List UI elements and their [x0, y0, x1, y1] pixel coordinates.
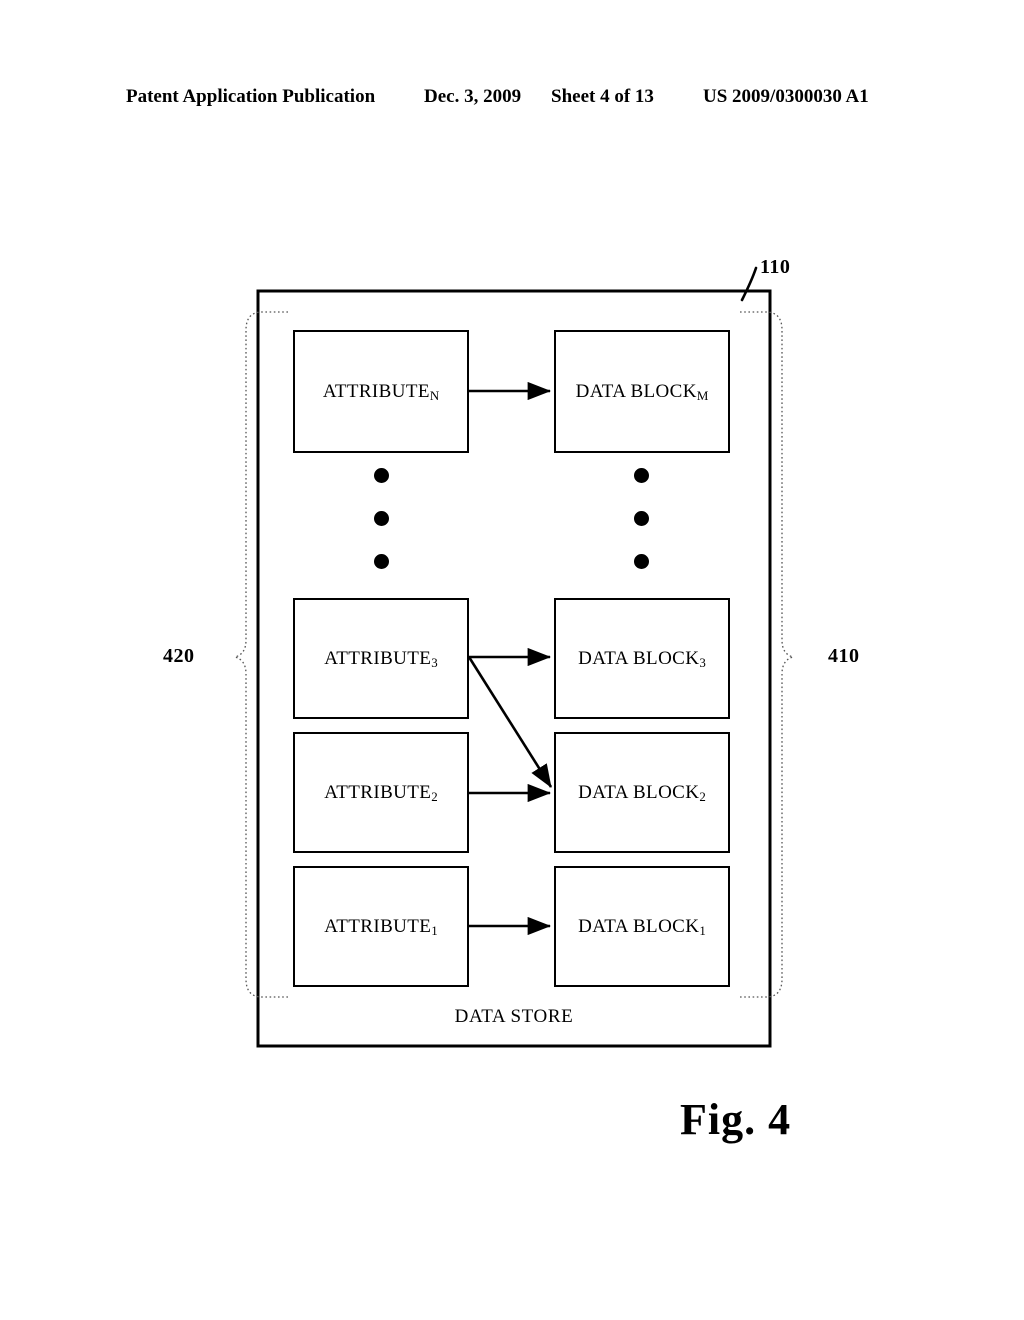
data-store-label: DATA STORE: [454, 1006, 574, 1027]
ellipsis-dot: [374, 468, 389, 483]
data-block-1-label: DATA BLOCK1: [578, 916, 706, 939]
data-block-3-box: DATA BLOCK3: [554, 598, 730, 719]
ellipsis-dot: [634, 511, 649, 526]
data-block-2-label: DATA BLOCK2: [578, 782, 706, 805]
ellipsis-dot: [634, 554, 649, 569]
attribute-n-label: ATTRIBUTEN: [322, 381, 440, 404]
ellipsis-dot: [374, 511, 389, 526]
figure-vector-layer: [232, 266, 796, 1048]
ellipsis-dot: [374, 554, 389, 569]
attribute-2-label: ATTRIBUTE2: [324, 782, 438, 805]
ellipsis-dot: [634, 468, 649, 483]
attribute-2-box: ATTRIBUTE2: [293, 732, 469, 853]
attribute-3-label: ATTRIBUTE3: [324, 648, 438, 671]
reference-numeral-110: 110: [760, 256, 791, 278]
attribute-3-box: ATTRIBUTE3: [293, 598, 469, 719]
data-block-1-box: DATA BLOCK1: [554, 866, 730, 987]
attribute-1-label: ATTRIBUTE1: [324, 916, 438, 939]
data-block-3-label: DATA BLOCK3: [578, 648, 706, 671]
figure-caption: Fig. 4: [680, 1095, 792, 1144]
ellipsis-dots-attributes: [374, 468, 390, 569]
attribute-1-box: ATTRIBUTE1: [293, 866, 469, 987]
ellipsis-dots-data-blocks: [634, 468, 650, 569]
attribute-n-box: ATTRIBUTEN: [293, 330, 469, 453]
data-block-m-label: DATA BLOCKM: [575, 381, 709, 404]
patent-figure-4: ATTRIBUTEN ATTRIBUTE3 ATTRIBUTE2 ATTRIBU…: [0, 0, 1024, 1320]
reference-numeral-410: 410: [828, 645, 860, 667]
data-block-m-box: DATA BLOCKM: [554, 330, 730, 453]
data-block-2-box: DATA BLOCK2: [554, 732, 730, 853]
reference-numeral-420: 420: [163, 645, 195, 667]
